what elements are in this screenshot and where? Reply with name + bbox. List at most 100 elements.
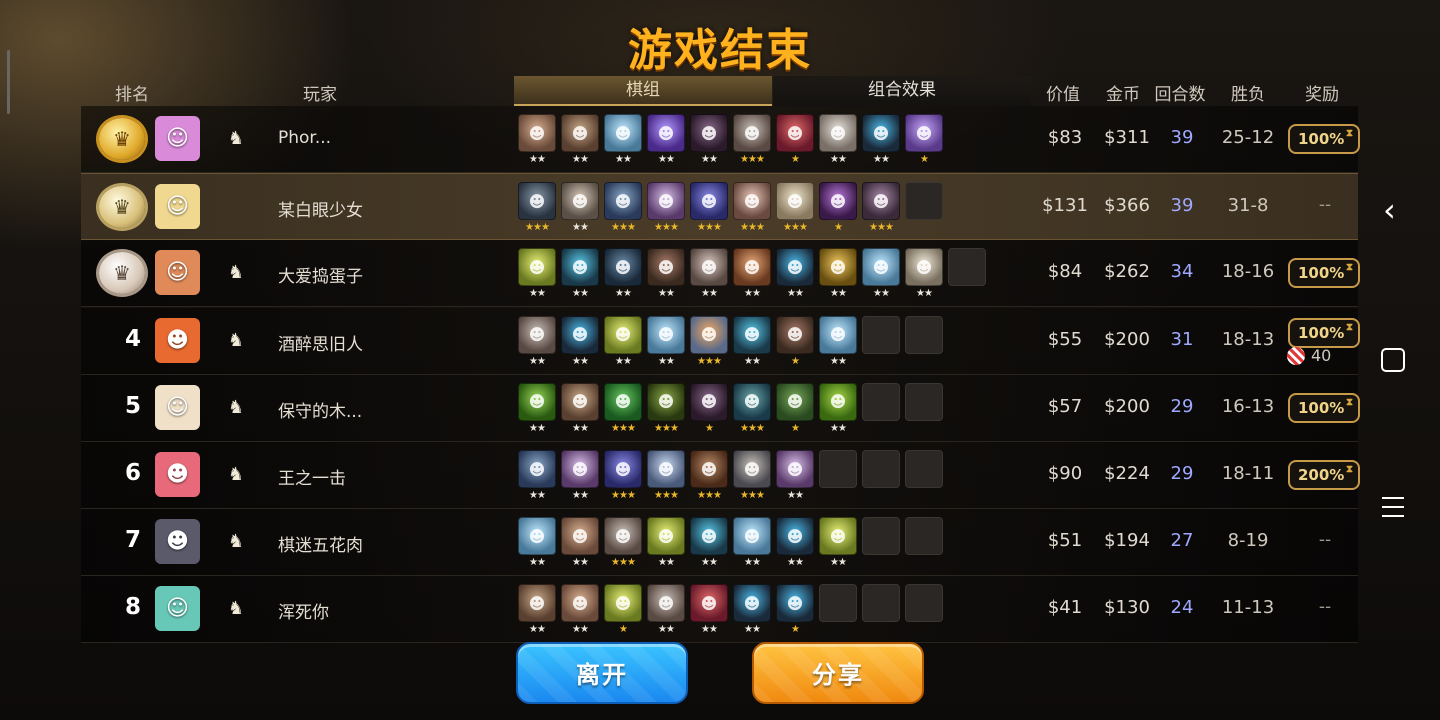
unit-portrait[interactable]: ☻ — [604, 248, 642, 287]
add-friend-icon[interactable]: ♞ — [225, 330, 247, 352]
tab-deck[interactable]: 棋组 — [514, 76, 772, 106]
unit-portrait[interactable]: ☻ — [819, 517, 857, 556]
unit-portrait[interactable]: ☻ — [561, 450, 599, 488]
table-row[interactable]: ♛ ☺ ♞ 大爱捣蛋子 ☻ ★★ ☻ ★★ ☻ ★★ ☻ ★★ ☻ ★★ ☻ ★★ ☻ ★★ ☻ ★★ ☻ ★★ ☻ ★★ $8… — [81, 240, 1360, 308]
add-friend-icon[interactable]: ♞ — [225, 598, 247, 620]
avatar[interactable]: ☺ — [155, 586, 200, 632]
unit-portrait[interactable]: ☻ — [733, 248, 771, 287]
back-icon[interactable]: ‹ — [1383, 194, 1407, 226]
avatar[interactable]: ☺ — [155, 116, 200, 161]
unit-portrait[interactable]: ☻ — [518, 517, 556, 556]
unit-portrait[interactable]: ☻ — [733, 182, 771, 221]
unit-portrait[interactable]: ☻ — [647, 182, 685, 221]
unit-portrait[interactable]: ☻ — [690, 315, 728, 354]
unit-portrait[interactable]: ☻ — [776, 450, 814, 488]
table-row[interactable]: 8 ☺ ♞ 浑死你 ☻ ★★ ☻ ★★ ☻ ★ ☻ ★★ ☻ ★★ ☻ ★★ ☻ ★ $41 $130 24 11-13-… — [81, 576, 1358, 644]
unit-portrait[interactable]: ☻ — [604, 114, 642, 152]
unit-portrait[interactable]: ☻ — [862, 248, 900, 287]
home-icon[interactable] — [1381, 348, 1405, 372]
table-row[interactable]: ♛ ☺ 某白眼少女 ☻ ★★★ ☻ ★★ ☻ ★★★ ☻ ★★★ ☻ ★★★ ☻ ★★★ ☻ ★★★ ☻ ★ ☻ ★★★… — [81, 173, 1358, 241]
avatar[interactable]: ☺ — [155, 384, 200, 430]
unit-portrait[interactable]: ☻ — [690, 182, 728, 221]
unit-portrait[interactable]: ☻ — [690, 517, 728, 556]
unit-portrait[interactable]: ☻ — [690, 114, 728, 152]
unit-portrait[interactable]: ☻ — [604, 382, 642, 421]
unit-portrait[interactable]: ☻ — [776, 315, 814, 354]
unit-portrait[interactable]: ☻ — [862, 114, 900, 152]
add-friend-icon[interactable]: ♞ — [225, 464, 247, 486]
unit-portrait[interactable]: ☻ — [733, 382, 771, 421]
unit-portrait[interactable]: ☻ — [733, 315, 771, 354]
unit-portrait[interactable]: ☻ — [647, 114, 685, 152]
unit-portrait[interactable]: ☻ — [604, 584, 642, 623]
reward-badge[interactable]: 100% ⧗ — [1288, 392, 1360, 423]
unit-portrait[interactable]: ☻ — [518, 248, 556, 287]
unit-portrait[interactable]: ☻ — [647, 517, 685, 556]
unit-portrait[interactable]: ☻ — [518, 182, 556, 221]
unit-portrait[interactable]: ☻ — [561, 182, 599, 221]
reward-badge[interactable]: 100% ⧗ — [1288, 124, 1360, 154]
add-friend-icon[interactable]: ♞ — [225, 397, 247, 419]
unit-portrait[interactable]: ☻ — [819, 382, 857, 421]
unit-portrait[interactable]: ☻ — [776, 114, 814, 152]
table-row[interactable]: 4 ☻ ♞ 酒醉思旧人 ☻ ★★ ☻ ★★ ☻ ★★ ☻ ★★ ☻ ★★★ ☻ ★★ ☻ ★ ☻ ★★ $55 $200 3… — [81, 307, 1360, 375]
unit-portrait[interactable]: ☻ — [819, 248, 857, 287]
avatar[interactable]: ☻ — [155, 519, 200, 565]
add-friend-icon[interactable]: ♞ — [225, 262, 247, 284]
add-friend-icon[interactable]: ♞ — [225, 128, 247, 150]
reward-badge[interactable]: 100% ⧗ — [1288, 258, 1360, 289]
avatar[interactable]: ☺ — [155, 250, 200, 296]
unit-portrait[interactable]: ☻ — [690, 584, 728, 623]
unit-portrait[interactable]: ☻ — [776, 584, 814, 623]
unit-portrait[interactable]: ☻ — [518, 450, 556, 488]
unit-portrait[interactable]: ☻ — [862, 182, 900, 221]
unit-portrait[interactable]: ☻ — [733, 114, 771, 152]
reward-badge[interactable]: 100% ⧗ — [1288, 317, 1360, 348]
unit-portrait[interactable]: ☻ — [561, 114, 599, 152]
unit-portrait[interactable]: ☻ — [776, 182, 814, 221]
unit-portrait[interactable]: ☻ — [690, 248, 728, 287]
avatar[interactable]: ☻ — [155, 317, 200, 363]
unit-portrait[interactable]: ☻ — [561, 248, 599, 287]
unit-portrait[interactable]: ☻ — [776, 248, 814, 287]
table-row[interactable]: ♛ ☺ ♞ Phor... ☻ ★★ ☻ ★★ ☻ ★★ ☻ ★★ ☻ ★★ ☻ ★★★ ☻ ★ ☻ ★★ ☻ ★★ ☻ ★ $… — [81, 106, 1360, 173]
unit-portrait[interactable]: ☻ — [647, 584, 685, 623]
unit-portrait[interactable]: ☻ — [819, 114, 857, 152]
unit-portrait[interactable]: ☻ — [776, 517, 814, 556]
reward-badge[interactable]: 200% ⧗ — [1288, 460, 1360, 490]
unit-portrait[interactable]: ☻ — [604, 450, 642, 488]
unit-portrait[interactable]: ☻ — [518, 114, 556, 152]
menu-icon[interactable] — [1382, 497, 1404, 517]
unit-portrait[interactable]: ☻ — [905, 114, 943, 152]
unit-portrait[interactable]: ☻ — [733, 584, 771, 623]
table-row[interactable]: 5 ☺ ♞ 保守的木... ☻ ★★ ☻ ★★ ☻ ★★★ ☻ ★★★ ☻ ★ ☻ ★★★ ☻ ★ ☻ ★★ $57 $2… — [81, 374, 1360, 442]
unit-portrait[interactable]: ☻ — [647, 450, 685, 488]
table-row[interactable]: 6 ☻ ♞ 王之一击 ☻ ★★ ☻ ★★ ☻ ★★★ ☻ ★★★ ☻ ★★★ ☻ ★★★ ☻ ★★ $90 $224 2… — [81, 442, 1360, 509]
unit-portrait[interactable]: ☻ — [518, 584, 556, 623]
unit-portrait[interactable]: ☻ — [819, 315, 857, 354]
table-row[interactable]: 7 ☻ ♞ 棋迷五花肉 ☻ ★★ ☻ ★★ ☻ ★★★ ☻ ★★ ☻ ★★ ☻ ★★ ☻ ★★ ☻ ★★ $51 $194… — [81, 509, 1358, 577]
unit-portrait[interactable]: ☻ — [604, 517, 642, 556]
tab-synergy[interactable]: 组合效果 — [773, 76, 1031, 106]
avatar[interactable]: ☻ — [155, 452, 200, 497]
unit-portrait[interactable]: ☻ — [733, 517, 771, 556]
unit-portrait[interactable]: ☻ — [647, 248, 685, 287]
leave-button[interactable]: 离开 — [516, 642, 688, 704]
unit-portrait[interactable]: ☻ — [776, 382, 814, 421]
unit-portrait[interactable]: ☻ — [561, 315, 599, 354]
share-button[interactable]: 分享 — [752, 642, 924, 704]
unit-portrait[interactable]: ☻ — [518, 315, 556, 354]
unit-portrait[interactable]: ☻ — [561, 382, 599, 421]
unit-portrait[interactable]: ☻ — [690, 450, 728, 488]
unit-portrait[interactable]: ☻ — [604, 182, 642, 221]
unit-portrait[interactable]: ☻ — [604, 315, 642, 354]
unit-portrait[interactable]: ☻ — [561, 584, 599, 623]
unit-portrait[interactable]: ☻ — [819, 182, 857, 221]
unit-portrait[interactable]: ☻ — [647, 315, 685, 354]
unit-portrait[interactable]: ☻ — [905, 248, 943, 287]
unit-portrait[interactable]: ☻ — [561, 517, 599, 556]
unit-portrait[interactable]: ☻ — [690, 382, 728, 421]
unit-portrait[interactable]: ☻ — [733, 450, 771, 488]
unit-portrait[interactable]: ☻ — [647, 382, 685, 421]
avatar[interactable]: ☺ — [155, 184, 200, 230]
